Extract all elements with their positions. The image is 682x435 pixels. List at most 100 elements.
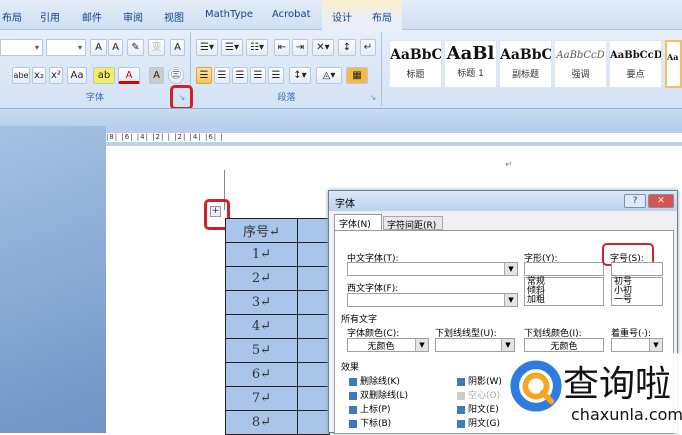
align-center-button[interactable]: ☰ <box>214 67 230 84</box>
table-cell[interactable] <box>297 314 330 339</box>
list-item[interactable]: 加粗 <box>527 296 603 305</box>
emboss-checkbox[interactable]: 阳文(E) <box>457 403 502 417</box>
dropdown-arrow-icon[interactable]: ▼ <box>504 294 517 306</box>
table-cell[interactable]: 1↵ <box>225 242 298 267</box>
align-right-button[interactable]: ☰ <box>232 67 248 84</box>
tab-layout[interactable]: 布局 <box>2 9 22 24</box>
tab-font[interactable]: 字体(N) <box>334 214 382 230</box>
char-border-button[interactable]: A <box>170 39 185 56</box>
bullets-button[interactable]: ☰▾ <box>196 39 218 56</box>
dropdown-arrow-icon[interactable]: ▼ <box>504 263 517 275</box>
table-cell[interactable]: 5↵ <box>225 338 298 363</box>
close-button[interactable]: ✕ <box>648 194 674 208</box>
font-size-combo[interactable]: ▾ <box>46 39 86 56</box>
line-spacing-button[interactable]: ↕▾ <box>289 67 311 84</box>
show-marks-button[interactable]: ↵ <box>360 39 376 56</box>
tab-review[interactable]: 审阅 <box>123 9 143 24</box>
checkbox-icon <box>457 377 465 386</box>
dropdown-arrow-icon[interactable]: ▼ <box>501 339 514 351</box>
table-cell[interactable] <box>297 266 330 291</box>
strikethrough-checkbox[interactable]: 删除线(K) <box>349 375 408 389</box>
dropdown-arrow-icon[interactable]: ▼ <box>415 339 428 351</box>
justify-button[interactable]: ☰ <box>250 67 266 84</box>
horizontal-ruler[interactable]: |8| |6| |4| |2| | |2| |4| |6| | <box>106 133 682 142</box>
style-title[interactable]: AaBbC 标题 <box>389 40 442 88</box>
font-color-select[interactable]: 无颜色 ▼ <box>347 338 429 352</box>
paragraph-dialog-launcher-icon[interactable]: ↘ <box>368 93 378 103</box>
table-cell[interactable]: 2↵ <box>225 266 298 291</box>
engrave-checkbox[interactable]: 阴文(G) <box>457 417 502 431</box>
increase-indent-button[interactable]: ⇥ <box>292 39 308 56</box>
help-button[interactable]: ? <box>624 194 646 208</box>
style-strong[interactable]: AaBbCcD 要点 <box>609 40 662 88</box>
style-more[interactable]: Aa <box>665 40 682 88</box>
sort-button[interactable]: ↕ <box>338 39 356 56</box>
tab-spacing[interactable]: 字符间距(R) <box>383 216 443 231</box>
table-cell[interactable] <box>297 290 330 315</box>
table-cell[interactable]: 7↵ <box>225 386 298 411</box>
double-strike-checkbox[interactable]: 双删除线(L) <box>349 389 408 403</box>
numbering-button[interactable]: ☰▾ <box>221 39 243 56</box>
list-item[interactable]: 一号 <box>614 296 662 305</box>
font-color-button[interactable]: A <box>118 67 140 84</box>
table-cell[interactable]: 4↵ <box>225 314 298 339</box>
outline-checkbox[interactable]: 空心(O) <box>457 389 502 403</box>
tab-view[interactable]: 视图 <box>164 9 184 24</box>
style-input[interactable] <box>524 262 604 276</box>
multilevel-list-button[interactable]: ☷▾ <box>246 39 268 56</box>
tab-acrobat[interactable]: Acrobat <box>272 9 311 20</box>
dropdown-arrow-icon[interactable]: ▼ <box>649 339 662 351</box>
table-cell[interactable] <box>297 338 330 363</box>
west-font-select[interactable]: ▼ <box>347 293 518 307</box>
tab-mathtype[interactable]: MathType <box>205 9 253 20</box>
watermark-cn: 查询啦 <box>563 364 672 405</box>
style-list[interactable]: 常规 倾斜 加粗 <box>524 277 604 306</box>
superscript-button[interactable]: x² <box>49 67 63 84</box>
phonetic-button[interactable]: 变 <box>148 39 165 56</box>
table-cell[interactable]: 8↵ <box>225 410 298 435</box>
tab-mailings[interactable]: 邮件 <box>82 9 102 24</box>
shading-button[interactable]: ◬▾ <box>316 67 342 84</box>
decrease-indent-button[interactable]: ⇤ <box>274 39 290 56</box>
cn-font-select[interactable]: ▼ <box>347 262 518 276</box>
shrink-font-button[interactable]: A <box>108 39 123 56</box>
underline-color-select[interactable]: 无颜色 <box>524 338 604 352</box>
checkbox-icon <box>349 391 357 400</box>
change-case-button[interactable]: Aa <box>67 67 87 84</box>
size-list[interactable]: 初号 小初 一号 <box>611 277 663 306</box>
asian-layout-button[interactable]: ✕▾ <box>312 39 334 56</box>
table-cell[interactable] <box>297 410 330 435</box>
tab-design[interactable]: 设计 <box>332 9 352 24</box>
char-shading-button[interactable]: A <box>149 67 164 84</box>
table-cell[interactable]: 序号↵ <box>225 218 298 243</box>
style-emphasis[interactable]: AaBbCcD 强调 <box>554 40 607 88</box>
table-cell[interactable] <box>297 218 330 243</box>
underline-style-select[interactable]: ▼ <box>435 338 515 352</box>
shadow-checkbox[interactable]: 阴影(W) <box>457 375 502 389</box>
table-cell[interactable]: 6↵ <box>225 362 298 387</box>
superscript-checkbox[interactable]: 上标(P) <box>349 403 408 417</box>
enclose-char-button[interactable]: ㊂ <box>168 67 184 84</box>
font-name-combo[interactable]: ▾ <box>0 39 43 56</box>
borders-button[interactable]: ▦ <box>346 67 368 84</box>
font-group: ▾ ▾ A A ✎ 变 A abe x₂ x² Aa ab A A ㊂ 字体 ↘ <box>0 32 191 106</box>
clear-format-button[interactable]: ✎ <box>127 39 144 56</box>
tab-table-layout[interactable]: 布局 <box>372 9 392 24</box>
align-left-button[interactable]: ☰ <box>196 67 212 84</box>
emphasis-select[interactable]: ▼ <box>611 338 663 352</box>
table-cell[interactable] <box>297 386 330 411</box>
style-heading1[interactable]: AaBl 标题 1 <box>444 40 497 88</box>
size-input[interactable] <box>611 262 663 276</box>
tab-references[interactable]: 引用 <box>40 9 60 24</box>
highlight-button[interactable]: ab <box>93 67 115 84</box>
table-cell[interactable] <box>297 242 330 267</box>
distribute-button[interactable]: ☰ <box>268 67 284 84</box>
grow-font-button[interactable]: A <box>90 39 107 56</box>
style-subtitle[interactable]: AaBbC 副标题 <box>499 40 552 88</box>
table-cell[interactable] <box>297 362 330 387</box>
subscript-checkbox[interactable]: 下标(B) <box>349 417 408 431</box>
table-cell[interactable]: 3↵ <box>225 290 298 315</box>
subscript-button[interactable]: x₂ <box>32 67 46 84</box>
strikethrough-button[interactable]: abe <box>12 67 30 84</box>
style-preview: Aa <box>667 52 679 62</box>
